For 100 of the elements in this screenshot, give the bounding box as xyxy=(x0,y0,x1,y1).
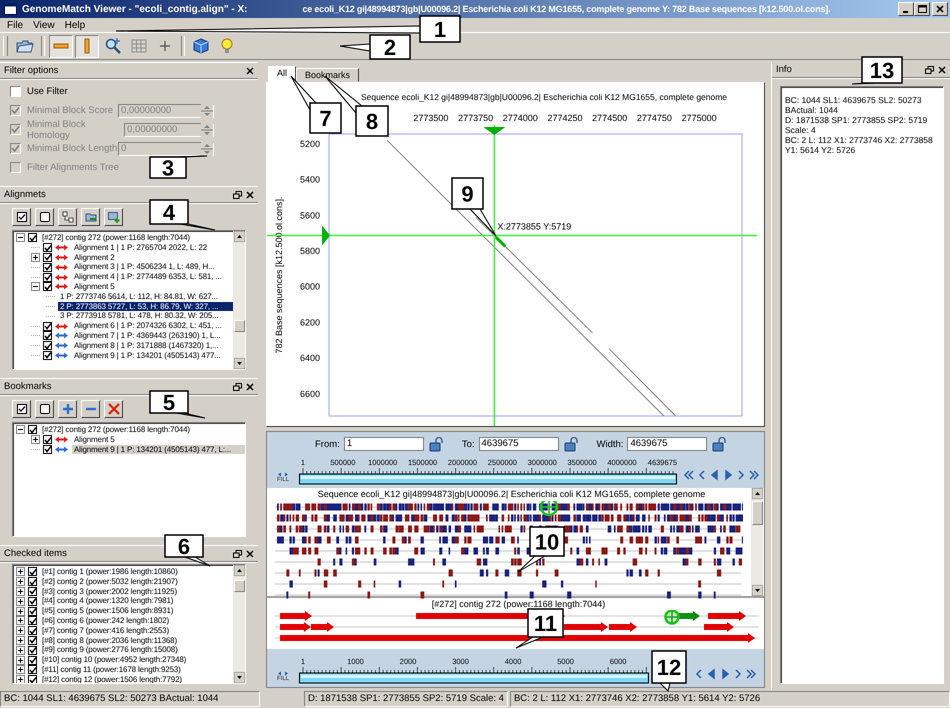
ruler-scale[interactable] xyxy=(299,666,649,684)
tree-item[interactable]: Alignment 8 | 1 P: 3171888 (1467320) 1,... xyxy=(72,340,233,351)
float-icon[interactable] xyxy=(233,550,242,558)
fast-forward-icon[interactable] xyxy=(745,668,757,680)
tree-item[interactable]: Alignment 4 | 1 P: 2774489 6353, L: 581, ... xyxy=(72,272,233,282)
lock-icon[interactable] xyxy=(711,436,728,452)
expander-icon[interactable] xyxy=(16,626,25,636)
checkbox[interactable] xyxy=(43,350,52,360)
checkbox[interactable] xyxy=(28,606,37,616)
checkbox[interactable] xyxy=(10,86,21,97)
scroll-thumb[interactable] xyxy=(234,580,244,592)
checkbox[interactable] xyxy=(43,322,52,331)
checkbox[interactable] xyxy=(43,262,52,272)
checkbox[interactable] xyxy=(28,616,37,626)
checkbox[interactable] xyxy=(28,577,37,586)
expander-icon[interactable] xyxy=(16,586,25,596)
menu-item[interactable]: View xyxy=(28,20,60,30)
float-icon[interactable] xyxy=(233,382,242,390)
tool-button[interactable] xyxy=(12,208,31,226)
checkbox[interactable] xyxy=(28,425,37,434)
step-back-icon[interactable] xyxy=(709,469,721,481)
scroll-up-icon[interactable] xyxy=(234,565,244,576)
fast-forward-icon[interactable] xyxy=(748,469,760,481)
expander-icon[interactable] xyxy=(16,675,25,683)
checkbox[interactable] xyxy=(28,586,37,596)
checkbox[interactable] xyxy=(28,233,37,242)
tool-button[interactable] xyxy=(12,400,31,418)
scroll-up-icon[interactable] xyxy=(752,488,762,499)
checkbox[interactable] xyxy=(28,656,37,665)
toolbar-button[interactable] xyxy=(49,34,73,58)
expander-icon[interactable] xyxy=(16,636,25,645)
expander-icon[interactable] xyxy=(16,596,25,606)
checkbox[interactable] xyxy=(43,331,52,340)
tree-item[interactable]: Alignment 9 | 1 P: 134201 (4505143) 477, L:... xyxy=(72,444,245,454)
close-button[interactable] xyxy=(932,2,948,16)
tool-button[interactable] xyxy=(81,208,100,226)
tree-item[interactable]: [#9] contig 9 (power:2776 length:15008) xyxy=(40,645,233,656)
tree-item[interactable]: [#4] contig 4 (power:1320 length:7981) xyxy=(40,596,233,606)
tool-button[interactable] xyxy=(58,400,77,418)
tree-item[interactable]: [#7] contig 7 (power:416 length:2553) xyxy=(40,626,233,636)
expander-icon[interactable] xyxy=(16,233,25,242)
input-field[interactable]: 4639675 xyxy=(627,437,708,451)
tool-button[interactable] xyxy=(35,400,54,418)
step-back-icon[interactable] xyxy=(706,668,718,680)
float-icon[interactable] xyxy=(233,190,242,198)
checkbox[interactable] xyxy=(43,252,52,262)
tree-item[interactable]: Alignment 2 xyxy=(72,252,233,262)
tree-item[interactable]: 2 P: 2773863 5727, L: 53, H: 86.79, W: 327, ... xyxy=(58,302,233,312)
tree-item[interactable]: [#5] contig 5 (power:1506 length:8931) xyxy=(40,606,233,616)
close-icon[interactable] xyxy=(246,550,254,558)
tool-button[interactable] xyxy=(58,208,77,226)
tree-item[interactable]: Alignment 6 | 1 P: 2074326 6302, L: 451, ... xyxy=(72,321,233,331)
scroll-down-icon[interactable] xyxy=(234,358,244,369)
scroll-down-icon[interactable] xyxy=(752,585,762,596)
checkbox[interactable] xyxy=(28,675,37,683)
scroll-thumb[interactable] xyxy=(752,501,762,525)
checkbox[interactable] xyxy=(28,665,37,674)
expander-icon[interactable] xyxy=(31,252,40,262)
tree-item[interactable]: [#272] contig 272 (power:1168 length:7044) xyxy=(40,233,233,243)
ruler-scale[interactable] xyxy=(299,468,677,484)
checkbox[interactable] xyxy=(43,435,52,444)
checkbox[interactable] xyxy=(43,444,52,454)
checkbox[interactable] xyxy=(28,596,37,606)
scrollbar[interactable] xyxy=(233,565,245,683)
position-marker-icon[interactable] xyxy=(483,127,506,135)
tool-button[interactable] xyxy=(104,208,123,226)
tree-item[interactable]: [#3] contig 3 (power:2002 length:11925) xyxy=(40,586,233,596)
tree-item[interactable]: Alignment 9 | 1 P: 134201 (4505143) 477... xyxy=(72,350,233,360)
rewind-icon[interactable] xyxy=(683,469,695,481)
position-marker-icon[interactable] xyxy=(322,226,330,246)
close-icon[interactable] xyxy=(938,66,946,74)
close-icon[interactable] xyxy=(246,66,254,74)
close-icon[interactable] xyxy=(246,190,254,198)
scrollbar[interactable] xyxy=(233,231,245,369)
expander-icon[interactable] xyxy=(16,567,25,576)
tab[interactable]: Bookmarks xyxy=(296,68,360,82)
menu-item[interactable]: Help xyxy=(60,20,90,30)
lock-icon[interactable] xyxy=(428,436,444,452)
menu-item[interactable]: File xyxy=(2,20,28,30)
float-icon[interactable] xyxy=(925,66,934,74)
scroll-up-icon[interactable] xyxy=(234,231,244,242)
tree-item[interactable]: [#2] contig 2 (power:5032 length:21907) xyxy=(40,576,233,587)
tree-item[interactable]: [#1] contig 1 (power:1986 length:10860) xyxy=(40,567,233,577)
input-field[interactable]: 1 xyxy=(344,437,424,451)
expander-icon[interactable] xyxy=(31,282,40,292)
input-field[interactable]: 4639675 xyxy=(478,437,558,451)
expander-icon[interactable] xyxy=(16,656,25,665)
tool-button[interactable] xyxy=(35,208,54,226)
tree-item[interactable]: Alignment 1 | 1 P: 2765704 2022, L: 22 xyxy=(72,242,233,253)
checkbox[interactable] xyxy=(43,341,52,350)
tree-item[interactable]: [#10] contig 10 (power:4952 length:27348) xyxy=(40,655,233,665)
target-icon[interactable] xyxy=(540,501,558,516)
toolbar-button[interactable] xyxy=(75,34,99,58)
minimize-button[interactable] xyxy=(898,2,914,16)
expander-icon[interactable] xyxy=(16,606,25,616)
checkbox[interactable] xyxy=(43,272,52,282)
scrollbar[interactable] xyxy=(751,488,763,596)
checkbox[interactable] xyxy=(43,243,52,252)
scroll-thumb[interactable] xyxy=(234,320,244,332)
expander-icon[interactable] xyxy=(16,646,25,655)
